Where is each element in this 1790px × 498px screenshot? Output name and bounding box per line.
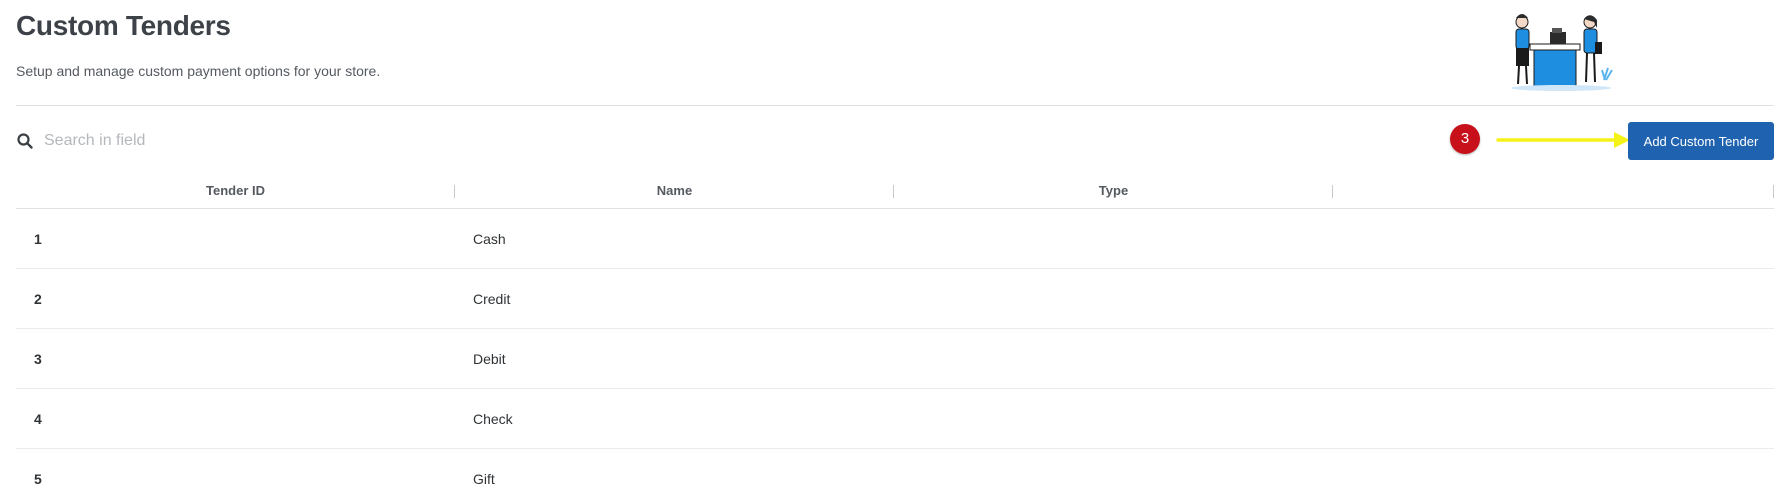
cell-tender-id: 2 (34, 290, 42, 307)
column-resize-handle[interactable] (1773, 185, 1774, 198)
step-badge: 3 (1450, 124, 1480, 154)
custom-tenders-page: Custom Tenders Setup and manage custom p… (0, 0, 1790, 498)
column-header-actions (1333, 174, 1774, 208)
page-title: Custom Tenders (16, 10, 231, 41)
column-header-type[interactable]: Type (894, 174, 1333, 208)
table-row[interactable]: 2 Credit (16, 269, 1774, 329)
cell-tender-id: 4 (34, 410, 42, 427)
table-row[interactable]: 4 Check (16, 389, 1774, 449)
cell-name: Cash (473, 230, 506, 247)
checkout-counter-illustration (1511, 14, 1613, 91)
page-subtitle: Setup and manage custom payment options … (16, 63, 381, 79)
search-input[interactable] (44, 126, 444, 156)
annotation-arrow-icon (1496, 132, 1630, 148)
cell-tender-id: 1 (34, 230, 42, 247)
add-custom-tender-button[interactable]: Add Custom Tender (1628, 122, 1774, 160)
table-row[interactable]: 1 Cash (16, 209, 1774, 269)
cell-name: Credit (473, 290, 511, 307)
tenders-table: Tender ID Name Type 1 Cash 2 Credit 3 De… (16, 174, 1774, 498)
table-row[interactable]: 5 Gift (16, 449, 1774, 498)
toolbar: 3 Add Custom Tender (16, 106, 1774, 174)
table-row[interactable]: 3 Debit (16, 329, 1774, 389)
cell-tender-id: 3 (34, 350, 42, 367)
column-header-tender-id[interactable]: Tender ID (16, 174, 455, 208)
cell-name: Gift (473, 470, 495, 487)
cell-tender-id: 5 (34, 470, 42, 487)
page-header: Custom Tenders Setup and manage custom p… (16, 0, 1774, 106)
table-header: Tender ID Name Type (16, 174, 1774, 209)
cell-name: Check (473, 410, 513, 427)
search-icon (17, 133, 33, 149)
column-header-name[interactable]: Name (455, 174, 894, 208)
cell-name: Debit (473, 350, 506, 367)
